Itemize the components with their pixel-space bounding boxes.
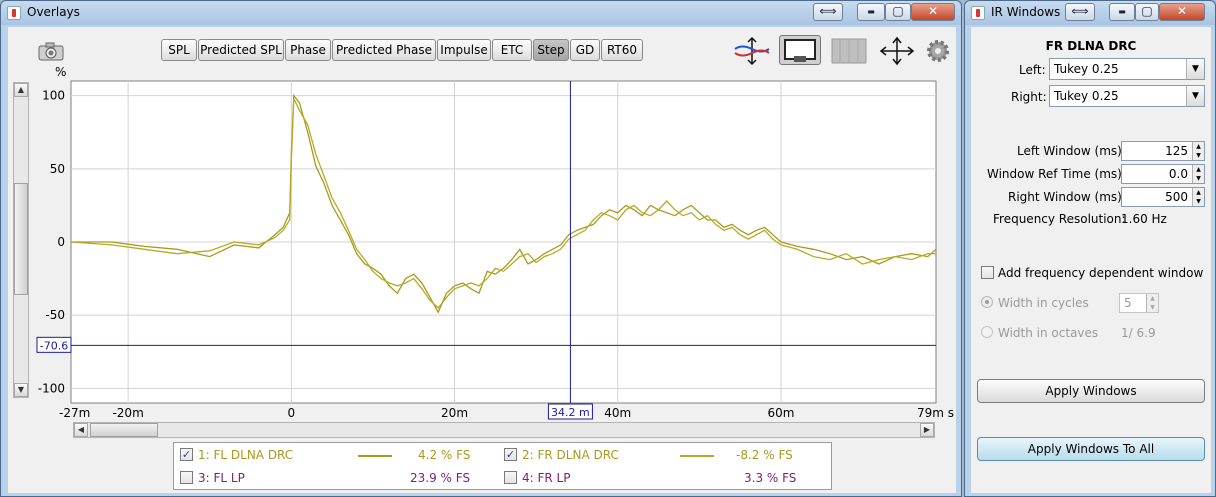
y-tick-label: -50	[45, 308, 65, 322]
legend-value-1: 4.2 % FS	[418, 448, 471, 462]
x-tick-label: 20m	[441, 406, 468, 420]
spinner-icon[interactable]: ▲ ▼	[1192, 188, 1204, 206]
legend-value-4: 3.3 % FS	[744, 471, 797, 485]
chevron-down-icon: ▼	[1186, 86, 1204, 106]
x-tick-label: -20m	[112, 406, 143, 420]
ir-minimize-button[interactable]: ▬	[1109, 3, 1135, 21]
add-freq-window-label: Add frequency dependent window	[998, 266, 1204, 280]
y-tick-label: 100	[42, 89, 65, 103]
legend-line-2	[680, 455, 714, 457]
ir-heading: FR DLNA DRC	[1045, 39, 1137, 53]
y-tick-label: -100	[38, 381, 65, 395]
legend-checkbox-4[interactable]	[504, 471, 517, 484]
right-taper-value: Tukey 0.25	[1054, 89, 1119, 103]
left-window-label: Left Window (ms):	[1017, 144, 1126, 158]
apply-windows-to-all-button[interactable]: Apply Windows To All	[977, 437, 1205, 461]
horizontal-scroll-thumb[interactable]	[90, 423, 158, 437]
legend-checkbox-2[interactable]: ✓	[504, 448, 517, 461]
legend-label-4: 4: FR LP	[522, 471, 571, 485]
left-window-value: 125	[1165, 144, 1188, 158]
x-tick-label: 0	[288, 406, 296, 420]
ir-title-bar[interactable]: IR Windows ⟺ ▬ ▢ ✕	[965, 1, 1215, 25]
legend-item-3: 3: FL LP 23.9 % FS	[180, 468, 500, 488]
cursor-y-readout: -70.6	[40, 339, 68, 352]
y-tick-label: 50	[50, 162, 65, 176]
legend-item-4: 4: FR LP 3.3 % FS	[504, 468, 824, 488]
right-taper-label: Right:	[1011, 90, 1047, 104]
width-cycles-value: 5	[1124, 296, 1132, 310]
ir-title: IR Windows	[991, 5, 1061, 19]
spinner-icon[interactable]: ▲ ▼	[1146, 294, 1158, 312]
spinner-icon[interactable]: ▲ ▼	[1192, 165, 1204, 183]
x-tick-label: 60m	[767, 406, 794, 420]
ir-client-area: FR DLNA DRC Left: Tukey 0.25 ▼ Right: Tu…	[971, 27, 1211, 493]
x-tick-label: 79m s	[917, 406, 954, 420]
legend-line-1	[358, 455, 392, 457]
legend-item-2: ✓ 2: FR DLNA DRC -8.2 % FS	[504, 445, 824, 465]
scroll-left-button[interactable]: ◀	[74, 423, 88, 437]
ref-time-value: 0.0	[1168, 167, 1188, 181]
legend-checkbox-3[interactable]	[180, 471, 193, 484]
cursor-x-readout: 34.2 m	[551, 406, 590, 419]
step-response-chart[interactable]: -70.6 34.2 m 100 50 0 -50 -100 -27m -20m 0 20m 40m…	[1, 1, 963, 441]
legend-label-2: 2: FR DLNA DRC	[522, 448, 619, 462]
left-taper-value: Tukey 0.25	[1054, 62, 1119, 76]
horizontal-scrollbar[interactable]: ◀ ▶	[73, 422, 935, 438]
legend-label-3: 3: FL LP	[198, 471, 245, 485]
freq-resolution-label: Frequency Resolution:	[993, 212, 1126, 226]
x-tick-label: -27m	[59, 406, 90, 420]
ref-time-label: Window Ref Time (ms):	[987, 167, 1126, 181]
width-cycles-radio[interactable]	[981, 296, 993, 308]
width-octaves-radio[interactable]	[981, 326, 993, 338]
scroll-right-button[interactable]: ▶	[920, 423, 934, 437]
width-octaves-value: 1/ 6.9	[1121, 326, 1156, 340]
add-freq-window-checkbox[interactable]	[981, 266, 994, 279]
ref-time-field[interactable]: 0.0 ▲ ▼	[1121, 164, 1205, 184]
freq-resolution-value: 1.60 Hz	[1121, 212, 1167, 226]
x-tick-label: 40m	[604, 406, 631, 420]
legend-value-2: -8.2 % FS	[736, 448, 793, 462]
java-icon	[971, 6, 985, 20]
legend-checkbox-1[interactable]: ✓	[180, 448, 193, 461]
legend-item-1: ✓ 1: FL DLNA DRC 4.2 % FS	[180, 445, 500, 465]
legend-value-3: 23.9 % FS	[410, 471, 471, 485]
ir-restore-button[interactable]: ⟺	[1065, 3, 1095, 21]
overlays-window: Overlays ⟺ ▬ ▢ ✕ SPL Predicted SPL Phase Pr…	[0, 0, 962, 497]
left-taper-select[interactable]: Tukey 0.25 ▼	[1049, 58, 1205, 80]
left-window-field[interactable]: 125 ▲ ▼	[1121, 141, 1205, 161]
width-cycles-label: Width in cycles	[998, 296, 1089, 310]
right-taper-select[interactable]: Tukey 0.25 ▼	[1049, 85, 1205, 107]
right-window-label: Right Window (ms):	[1008, 190, 1126, 204]
right-window-value: 500	[1165, 190, 1188, 204]
width-octaves-label: Width in octaves	[998, 326, 1099, 340]
ir-close-button[interactable]: ✕	[1159, 3, 1205, 21]
trace-legend: ✓ 1: FL DLNA DRC 4.2 % FS ✓ 2: FR DLNA D…	[173, 442, 832, 490]
ir-maximize-button[interactable]: ▢	[1135, 3, 1159, 21]
chevron-down-icon: ▼	[1186, 59, 1204, 79]
apply-windows-button[interactable]: Apply Windows	[977, 379, 1205, 403]
y-tick-label: 0	[57, 235, 65, 249]
ir-windows-window: IR Windows ⟺ ▬ ▢ ✕ FR DLNA DRC Left: Tuk…	[964, 0, 1216, 497]
left-taper-label: Left:	[1019, 63, 1046, 77]
width-cycles-field[interactable]: 5 ▲ ▼	[1119, 293, 1159, 313]
spinner-icon[interactable]: ▲ ▼	[1192, 142, 1204, 160]
right-window-field[interactable]: 500 ▲ ▼	[1121, 187, 1205, 207]
legend-label-1: 1: FL DLNA DRC	[198, 448, 294, 462]
